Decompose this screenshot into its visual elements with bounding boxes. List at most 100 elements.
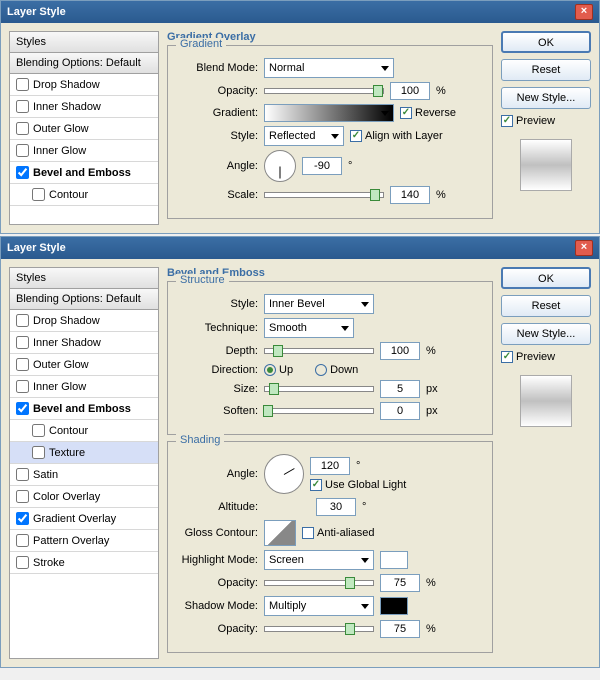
angle-input[interactable]: -90 bbox=[302, 157, 342, 175]
gloss-contour-picker[interactable] bbox=[264, 520, 296, 546]
depth-slider[interactable] bbox=[264, 348, 374, 354]
titlebar[interactable]: Layer Style × bbox=[1, 237, 599, 259]
drop-shadow-checkbox[interactable] bbox=[16, 78, 29, 91]
angle-label: Angle: bbox=[178, 160, 258, 172]
styles-header[interactable]: Styles bbox=[10, 268, 158, 289]
altitude-input[interactable]: 30 bbox=[316, 498, 356, 516]
highlight-color-swatch[interactable] bbox=[380, 551, 408, 569]
scale-slider[interactable] bbox=[264, 192, 384, 198]
opacity-slider[interactable] bbox=[264, 88, 384, 94]
hl-opacity-unit: % bbox=[426, 577, 442, 589]
close-icon[interactable]: × bbox=[575, 4, 593, 20]
effect-contour[interactable]: Contour bbox=[10, 420, 158, 442]
effect-drop-shadow[interactable]: Drop Shadow bbox=[10, 74, 158, 96]
bevel-emboss-checkbox[interactable] bbox=[16, 402, 29, 415]
technique-label: Technique: bbox=[178, 322, 258, 334]
new-style-button[interactable]: New Style... bbox=[501, 87, 591, 109]
gradient-overlay-checkbox[interactable] bbox=[16, 512, 29, 525]
effect-pattern-overlay[interactable]: Pattern Overlay bbox=[10, 530, 158, 552]
ok-button[interactable]: OK bbox=[501, 31, 591, 53]
satin-checkbox[interactable] bbox=[16, 468, 29, 481]
new-style-button[interactable]: New Style... bbox=[501, 323, 591, 345]
contour-checkbox[interactable] bbox=[32, 188, 45, 201]
shadow-mode-select[interactable]: Multiply bbox=[264, 596, 374, 616]
inner-shadow-checkbox[interactable] bbox=[16, 336, 29, 349]
stroke-checkbox[interactable] bbox=[16, 556, 29, 569]
reset-button[interactable]: Reset bbox=[501, 59, 591, 81]
effect-inner-shadow[interactable]: Inner Shadow bbox=[10, 332, 158, 354]
close-icon[interactable]: × bbox=[575, 240, 593, 256]
shadow-color-swatch[interactable] bbox=[380, 597, 408, 615]
depth-input[interactable]: 100 bbox=[380, 342, 420, 360]
angle-dial[interactable] bbox=[264, 150, 296, 182]
size-unit: px bbox=[426, 383, 442, 395]
highlight-mode-select[interactable]: Screen bbox=[264, 550, 374, 570]
align-checkbox[interactable]: ✓Align with Layer bbox=[350, 130, 443, 142]
style-select[interactable]: Reflected bbox=[264, 126, 344, 146]
effect-bevel-emboss[interactable]: Bevel and Emboss bbox=[10, 162, 158, 184]
sh-opacity-label: Opacity: bbox=[178, 623, 258, 635]
outer-glow-checkbox[interactable] bbox=[16, 122, 29, 135]
ok-button[interactable]: OK bbox=[501, 267, 591, 289]
preview-checkbox[interactable]: ✓Preview bbox=[501, 351, 591, 363]
effect-drop-shadow[interactable]: Drop Shadow bbox=[10, 310, 158, 332]
sh-opacity-slider[interactable] bbox=[264, 626, 374, 632]
anti-aliased-checkbox[interactable]: Anti-aliased bbox=[302, 527, 374, 539]
blend-mode-select[interactable]: Normal bbox=[264, 58, 394, 78]
angle-input[interactable]: 120 bbox=[310, 457, 350, 475]
bevel-emboss-checkbox[interactable] bbox=[16, 166, 29, 179]
direction-down-radio[interactable]: Down bbox=[315, 364, 358, 376]
soften-input[interactable]: 0 bbox=[380, 402, 420, 420]
inner-glow-checkbox[interactable] bbox=[16, 380, 29, 393]
inner-glow-checkbox[interactable] bbox=[16, 144, 29, 157]
contour-checkbox[interactable] bbox=[32, 424, 45, 437]
size-input[interactable]: 5 bbox=[380, 380, 420, 398]
altitude-unit: ° bbox=[362, 501, 366, 513]
angle-label: Angle: bbox=[178, 468, 258, 480]
effect-outer-glow[interactable]: Outer Glow bbox=[10, 354, 158, 376]
effect-texture[interactable]: Texture bbox=[10, 442, 158, 464]
effect-outer-glow[interactable]: Outer Glow bbox=[10, 118, 158, 140]
opacity-input[interactable]: 100 bbox=[390, 82, 430, 100]
effect-stroke[interactable]: Stroke bbox=[10, 552, 158, 574]
shadow-mode-label: Shadow Mode: bbox=[178, 600, 258, 612]
hl-opacity-slider[interactable] bbox=[264, 580, 374, 586]
inner-shadow-checkbox[interactable] bbox=[16, 100, 29, 113]
titlebar[interactable]: Layer Style × bbox=[1, 1, 599, 23]
effect-inner-glow[interactable]: Inner Glow bbox=[10, 140, 158, 162]
soften-slider[interactable] bbox=[264, 408, 374, 414]
reverse-checkbox[interactable]: ✓Reverse bbox=[400, 107, 456, 119]
sh-opacity-input[interactable]: 75 bbox=[380, 620, 420, 638]
reset-button[interactable]: Reset bbox=[501, 295, 591, 317]
outer-glow-checkbox[interactable] bbox=[16, 358, 29, 371]
pattern-overlay-checkbox[interactable] bbox=[16, 534, 29, 547]
effect-inner-glow[interactable]: Inner Glow bbox=[10, 376, 158, 398]
effect-color-overlay[interactable]: Color Overlay bbox=[10, 486, 158, 508]
direction-up-radio[interactable]: Up bbox=[264, 364, 293, 376]
blending-options[interactable]: Blending Options: Default bbox=[10, 53, 158, 74]
effect-gradient-overlay[interactable]: Gradient Overlay bbox=[10, 508, 158, 530]
effect-satin[interactable]: Satin bbox=[10, 464, 158, 486]
effect-bevel-emboss[interactable]: Bevel and Emboss bbox=[10, 398, 158, 420]
color-overlay-checkbox[interactable] bbox=[16, 490, 29, 503]
soften-label: Soften: bbox=[178, 405, 258, 417]
hl-opacity-input[interactable]: 75 bbox=[380, 574, 420, 592]
global-light-checkbox[interactable]: ✓Use Global Light bbox=[310, 479, 406, 491]
size-slider[interactable] bbox=[264, 386, 374, 392]
style-select[interactable]: Inner Bevel bbox=[264, 294, 374, 314]
angle-altitude-dial[interactable] bbox=[264, 454, 304, 494]
effect-contour[interactable]: Contour bbox=[10, 184, 158, 206]
blending-options[interactable]: Blending Options: Default bbox=[10, 289, 158, 310]
gradient-legend: Gradient bbox=[176, 38, 226, 50]
gradient-picker[interactable] bbox=[264, 104, 394, 122]
texture-checkbox[interactable] bbox=[32, 446, 45, 459]
right-buttons: OK Reset New Style... ✓Preview bbox=[501, 31, 591, 225]
drop-shadow-checkbox[interactable] bbox=[16, 314, 29, 327]
technique-select[interactable]: Smooth bbox=[264, 318, 354, 338]
scale-input[interactable]: 140 bbox=[390, 186, 430, 204]
effect-inner-shadow[interactable]: Inner Shadow bbox=[10, 96, 158, 118]
styles-header[interactable]: Styles bbox=[10, 32, 158, 53]
preview-checkbox[interactable]: ✓Preview bbox=[501, 115, 591, 127]
layer-style-dialog-gradient: Layer Style × Styles Blending Options: D… bbox=[0, 0, 600, 234]
dialog-title: Layer Style bbox=[7, 242, 66, 254]
